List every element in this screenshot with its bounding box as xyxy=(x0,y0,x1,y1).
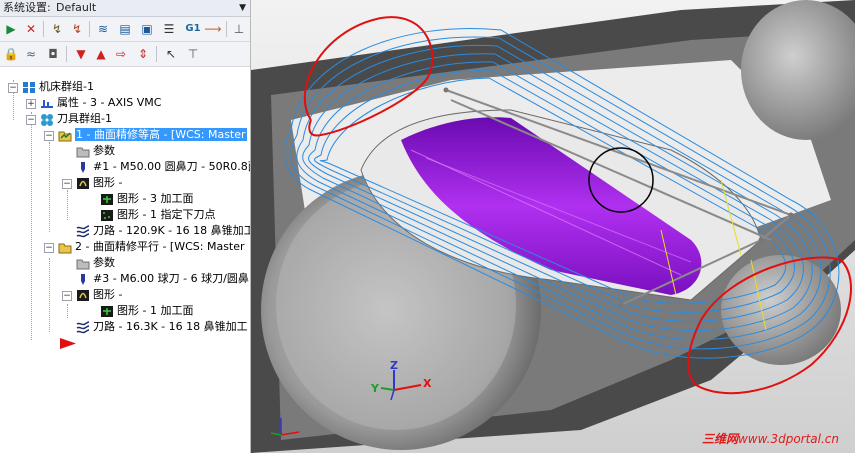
expand-toggle[interactable]: − xyxy=(44,131,54,141)
tree-node-label: 刀路 - 16.3K - 16 18 鼻锥加工 xyxy=(93,320,248,333)
watermark: 三维网www.3dportal.cn xyxy=(702,430,839,447)
insert-arrow-icon[interactable]: ⇨ xyxy=(112,45,130,63)
tree-node-toolpath-group[interactable]: 刀具群组-1 xyxy=(40,111,112,127)
sort-icon[interactable]: ⇕ xyxy=(134,45,152,63)
tree-node-label: 图形 - xyxy=(93,288,123,301)
tree-node-op2-geo-surfaces[interactable]: 图形 - 1 加工面 xyxy=(100,303,193,319)
axis-z-label: Z xyxy=(390,359,398,372)
toolbar-row-1: ▶ ✕ ↯ ↯ ≋ ▤ ▣ ☰ G1 ⟶ ⊥ xyxy=(0,17,250,42)
deselect-icon[interactable]: ✕ xyxy=(22,20,40,38)
toolpath-group-icon xyxy=(40,113,54,126)
regenerate-icon[interactable]: ↯ xyxy=(48,20,66,38)
move-up-icon[interactable]: ▲ xyxy=(92,45,110,63)
expand-toggle[interactable]: − xyxy=(26,115,36,125)
tree-node-operation-1[interactable]: 1 - 曲面精修等高 - [WCS: Master xyxy=(58,127,247,143)
tree-node-op2-tool[interactable]: #3 - M6.00 球刀 - 6 球刀/圆鼻 xyxy=(76,271,249,287)
tool-icon xyxy=(76,273,90,286)
g1-icon[interactable]: G1 xyxy=(184,20,202,38)
surface-geometry-icon xyxy=(100,305,114,318)
settings-value[interactable]: Default xyxy=(56,0,96,16)
tree-node-label: 图形 - 1 加工面 xyxy=(117,304,194,317)
move-down-icon[interactable]: ▼ xyxy=(72,45,90,63)
pointer-icon[interactable]: ↖ xyxy=(162,45,180,63)
tree-node-label: 参数 xyxy=(93,144,115,157)
tree-node-label: 图形 - 1 指定下刀点 xyxy=(117,208,216,221)
backplot-icon[interactable]: ≋ xyxy=(94,20,112,38)
lock-icon[interactable]: 🔒 xyxy=(2,45,20,63)
expand-toggle[interactable]: − xyxy=(62,291,72,301)
insert-arrow-icon xyxy=(60,337,76,350)
tree-node-label: 图形 - 3 加工面 xyxy=(117,192,194,205)
tree-node-op1-tool[interactable]: #1 - M50.00 圆鼻刀 - 50R0.8面 xyxy=(76,159,251,175)
watermark-url: www.3dportal.cn xyxy=(737,432,839,446)
tree-node-label: 2 - 曲面精修平行 - [WCS: Master xyxy=(75,240,245,253)
options-icon[interactable]: ⊤ xyxy=(184,45,202,63)
tree-node-op1-geo-entry-point[interactable]: 图形 - 1 指定下刀点 xyxy=(100,207,215,223)
post-process-icon[interactable]: ☰ xyxy=(160,20,178,38)
tree-node-op2-toolpath[interactable]: 刀路 - 16.3K - 16 18 鼻锥加工 xyxy=(76,319,248,335)
expand-toggle[interactable]: − xyxy=(62,179,72,189)
params-folder-icon xyxy=(76,145,90,158)
cad-model-render xyxy=(251,0,855,453)
tree-node-label: 参数 xyxy=(93,256,115,269)
settings-label: 系统设置: xyxy=(3,1,51,14)
graphics-viewport[interactable]: Z X Y 三维网www.3dportal.cn xyxy=(251,0,855,453)
regenerate-dirty-icon[interactable]: ↯ xyxy=(68,20,86,38)
toolpath-icon xyxy=(76,320,90,334)
insert-position-arrow[interactable] xyxy=(60,335,77,351)
tree-node-op2-geometry[interactable]: 图形 - xyxy=(76,287,122,303)
tree-node-op1-geo-surfaces[interactable]: 图形 - 3 加工面 xyxy=(100,191,193,207)
toolpath-icon xyxy=(76,224,90,238)
tree-node-label: 图形 - xyxy=(93,176,123,189)
geometry-icon xyxy=(76,289,90,302)
tree-node-label: 属性 - 3 - AXIS VMC xyxy=(57,96,162,109)
tree-node-label: #3 - M6.00 球刀 - 6 球刀/圆鼻 xyxy=(93,272,249,285)
toggle-display-icon[interactable]: ≈ xyxy=(22,45,40,63)
tree-node-properties[interactable]: 属性 - 3 - AXIS VMC xyxy=(40,95,161,111)
tree-node-label: 1 - 曲面精修等高 - [WCS: Master xyxy=(75,128,247,141)
high-feed-icon[interactable]: ⟶ xyxy=(204,20,222,38)
tree-node-op1-geometry[interactable]: 图形 - xyxy=(76,175,122,191)
tree-node-operation-2[interactable]: 2 - 曲面精修平行 - [WCS: Master xyxy=(58,239,245,255)
tree-node-label: 刀具群组-1 xyxy=(57,112,112,125)
settings-dropdown-icon[interactable]: ▼ xyxy=(239,0,246,16)
geometry-icon xyxy=(76,177,90,190)
post-toggle-icon[interactable]: ◘ xyxy=(44,45,62,63)
properties-icon xyxy=(40,97,54,110)
watermark-cn: 三维网 xyxy=(701,432,738,446)
tree-node-label: #1 - M50.00 圆鼻刀 - 50R0.8面 xyxy=(93,160,251,173)
tool-icon xyxy=(76,161,90,174)
tree-node-op1-toolpath[interactable]: 刀路 - 120.9K - 16 18 鼻锥加工 xyxy=(76,223,251,239)
operation-folder-icon xyxy=(58,241,72,254)
expand-toggle[interactable]: − xyxy=(8,83,18,93)
machine-group-icon xyxy=(22,81,36,94)
surface-geometry-icon xyxy=(100,193,114,206)
simulate-icon[interactable]: ▣ xyxy=(138,20,156,38)
axis-x-label: X xyxy=(423,377,432,390)
tree-node-machine-group[interactable]: 机床群组-1 xyxy=(22,79,94,95)
operations-manager-panel: 系统设置: Default ▼ ▶ ✕ ↯ ↯ ≋ ▤ ▣ ☰ G1 ⟶ ⊥ 🔒… xyxy=(0,0,251,453)
expand-toggle[interactable]: − xyxy=(44,243,54,253)
tree-node-op1-params[interactable]: 参数 xyxy=(76,143,115,159)
operation-folder-icon xyxy=(58,129,72,142)
entry-point-icon xyxy=(100,209,114,222)
axis-y-label: Y xyxy=(371,382,379,395)
operations-tree: − 机床群组-1 + 属性 - 3 - AXIS VMC − 刀具群组-1 − … xyxy=(0,72,250,453)
params-folder-icon xyxy=(76,257,90,270)
expand-toggle[interactable]: + xyxy=(26,99,36,109)
verify-icon[interactable]: ▤ xyxy=(116,20,134,38)
tree-node-op2-params[interactable]: 参数 xyxy=(76,255,115,271)
settings-bar: 系统设置: Default ▼ xyxy=(0,0,250,17)
toolbar-row-2: 🔒 ≈ ◘ ▼ ▲ ⇨ ⇕ ↖ ⊤ xyxy=(0,42,250,67)
tree-node-label: 机床群组-1 xyxy=(39,80,94,93)
tree-node-label: 刀路 - 120.9K - 16 18 鼻锥加工 xyxy=(93,224,251,237)
select-all-icon[interactable]: ▶ xyxy=(2,20,20,38)
help-icon[interactable]: ⊥ xyxy=(230,20,248,38)
